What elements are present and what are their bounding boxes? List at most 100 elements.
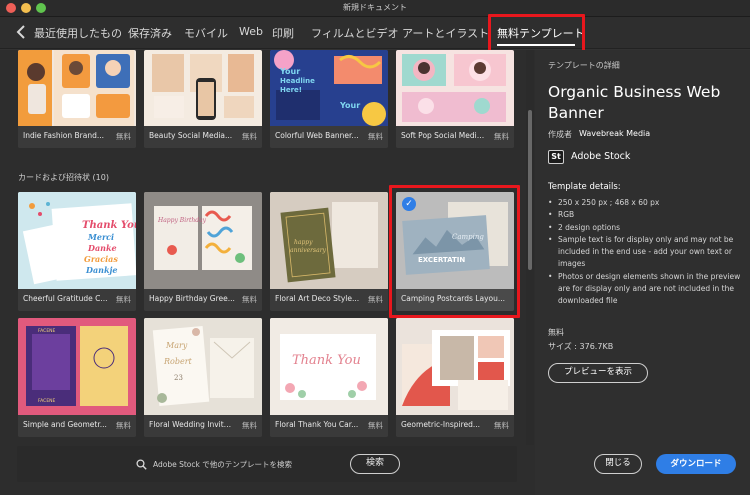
template-price-label: 無料: [548, 328, 564, 337]
template-details-heading: Template details:: [548, 182, 621, 192]
scrollbar-thumb[interactable]: [528, 110, 532, 270]
template-name: Geometric-Inspired...: [401, 420, 481, 429]
search-button[interactable]: 検索: [350, 454, 400, 474]
template-price: 無料: [116, 132, 131, 141]
thumb-text-anniversary: anniversary: [290, 247, 327, 254]
template-thumbnail: Thank You: [270, 318, 388, 415]
template-card-floral-art-deco[interactable]: happy anniversary Floral Art Deco Style.…: [270, 192, 388, 311]
template-card-happy-birthday[interactable]: Happy Birthday Happy Birthday Gree... 無料: [144, 192, 262, 311]
template-card-indie-fashion[interactable]: Indie Fashion Brand... 無料: [18, 50, 136, 148]
template-name: Cheerful Gratitude C...: [23, 294, 108, 303]
thumb-text-danke: Danke: [87, 243, 117, 253]
template-card-geometric-inspired[interactable]: Geometric-Inspired... 無料: [396, 318, 514, 437]
author-label: 作成者: [548, 130, 572, 139]
thumb-text-date: 23: [174, 374, 183, 382]
detail-item: Sample text is for display only and may …: [548, 234, 743, 271]
template-card-colorful-web-banner[interactable]: Your Headline Here! Your Colorful Web Ba…: [270, 50, 388, 148]
download-button[interactable]: ダウンロード: [656, 454, 736, 474]
template-grid: Indie Fashion Brand... 無料 Beauty Social …: [0, 50, 535, 495]
template-thumbnail: [396, 50, 514, 126]
template-title: Organic Business Web Banner: [548, 83, 721, 122]
template-size-label: サイズ : 376.7KB: [548, 342, 614, 351]
template-card-floral-wedding[interactable]: Mary Robert 23 Floral Wedding Invita... …: [144, 318, 262, 437]
thumb-text-robert: Robert: [163, 357, 193, 366]
tab-mobile[interactable]: モバイル: [184, 25, 228, 41]
detail-item: 2 design options: [548, 222, 743, 235]
thumb-text-anniversary: happy: [294, 239, 313, 246]
template-price: 無料: [242, 295, 257, 304]
template-price: 無料: [116, 295, 131, 304]
template-name: Floral Art Deco Style...: [275, 294, 360, 303]
tab-recent[interactable]: 最近使用したもの: [34, 25, 122, 41]
template-card-floral-thank-you[interactable]: Thank You Floral Thank You Car... 無料: [270, 318, 388, 437]
template-name: Simple and Geometr...: [23, 420, 107, 429]
template-card-cheerful-gratitude[interactable]: Thank You Merci Danke Gracias Dankje Che…: [18, 192, 136, 311]
template-name: Happy Birthday Gree...: [149, 294, 235, 303]
tab-web[interactable]: Web: [239, 25, 263, 38]
template-thumbnail: happy anniversary: [270, 192, 388, 289]
template-name: Colorful Web Banner...: [275, 131, 359, 140]
template-thumbnail: [396, 318, 514, 415]
author-name: Wavebreak Media: [579, 129, 651, 138]
category-tabs: 最近使用したもの 保存済み モバイル Web 印刷 フィルムとビデオ アートとイ…: [0, 17, 750, 49]
thumb-text-excertatin: EXCERTATIN: [418, 256, 465, 264]
template-details-panel: テンプレートの詳細 Organic Business Web Banner 作成…: [535, 50, 750, 495]
active-tab-indicator: [497, 44, 575, 46]
stock-search-bar: 検索: [17, 446, 517, 482]
template-price: 無料: [368, 421, 383, 430]
template-price: 無料: [242, 132, 257, 141]
thumb-text-thank-you: Thank You: [82, 220, 136, 231]
banner-headline-text: Here!: [280, 86, 302, 94]
template-thumbnail: Camping EXCERTATIN ✓: [396, 192, 514, 289]
template-thumbnail: Happy Birthday: [144, 192, 262, 289]
tab-free-templates[interactable]: 無料テンプレート: [497, 25, 585, 41]
thumb-text-birthday: Happy Birthday: [157, 217, 207, 224]
tab-saved[interactable]: 保存済み: [128, 25, 172, 41]
template-thumbnail: [18, 50, 136, 126]
preview-button[interactable]: プレビューを表示: [548, 363, 648, 383]
banner-headline-text: Your: [279, 67, 300, 76]
tab-print[interactable]: 印刷: [272, 25, 294, 41]
stock-search-input[interactable]: [153, 455, 343, 473]
selected-check-icon: ✓: [402, 197, 416, 211]
template-thumbnail: Thank You Merci Danke Gracias Dankje: [18, 192, 136, 289]
template-name: Beauty Social Media...: [149, 131, 233, 140]
template-details-list: 250 x 250 px ; 468 x 60 px RGB 2 design …: [548, 197, 743, 308]
banner-headline-text: Headline: [280, 77, 315, 85]
template-price: 無料: [368, 295, 383, 304]
section-label-cards-invitations: カードおよび招待状 (10): [18, 173, 109, 182]
template-thumbnail: [144, 50, 262, 126]
template-price: 無料: [494, 421, 509, 430]
thumb-text-dankje: Dankje: [85, 265, 117, 275]
window-title: 新規ドキュメント: [343, 3, 407, 12]
window-titlebar: 新規ドキュメント: [0, 0, 750, 17]
template-price: 無料: [242, 421, 257, 430]
template-card-soft-pop-social[interactable]: Soft Pop Social Media... 無料: [396, 50, 514, 148]
detail-item: 250 x 250 px ; 468 x 60 px: [548, 197, 743, 210]
template-name: Floral Wedding Invita...: [149, 420, 235, 429]
thumb-text-thank-you: Thank You: [292, 353, 361, 368]
details-caption: テンプレートの詳細: [548, 61, 620, 70]
close-button[interactable]: 閉じる: [594, 454, 642, 474]
grid-scrollbar[interactable]: [526, 50, 534, 445]
template-price: 無料: [494, 132, 509, 141]
template-thumbnail: Mary Robert 23: [144, 318, 262, 415]
thumb-text-brand: FACENE: [38, 398, 56, 404]
tab-art-illustration[interactable]: アートとイラスト: [402, 25, 489, 41]
template-name: Camping Postcards Layou...: [401, 294, 506, 303]
adobe-stock-icon: St: [548, 150, 564, 164]
template-card-simple-geometric[interactable]: FACENE FACENE Simple and Geometr... 無料: [18, 318, 136, 437]
detail-item: RGB: [548, 209, 743, 222]
template-thumbnail: Your Headline Here! Your: [270, 50, 388, 126]
template-card-camping-postcards[interactable]: Camping EXCERTATIN ✓ Camping Postcards L…: [396, 192, 514, 311]
adobe-stock-label: Adobe Stock: [571, 151, 631, 162]
back-arrow-icon[interactable]: [15, 24, 29, 40]
thumb-text-mary: Mary: [165, 341, 188, 350]
template-name: Indie Fashion Brand...: [23, 131, 104, 140]
thumb-text-camping: Camping: [452, 233, 484, 241]
tab-film-video[interactable]: フィルムとビデオ: [311, 25, 399, 41]
template-card-beauty-social[interactable]: Beauty Social Media... 無料: [144, 50, 262, 148]
thumb-text-brand: FACENE: [38, 328, 56, 334]
thumb-text-merci: Merci: [87, 232, 114, 242]
banner-headline-text: Your: [339, 101, 360, 110]
